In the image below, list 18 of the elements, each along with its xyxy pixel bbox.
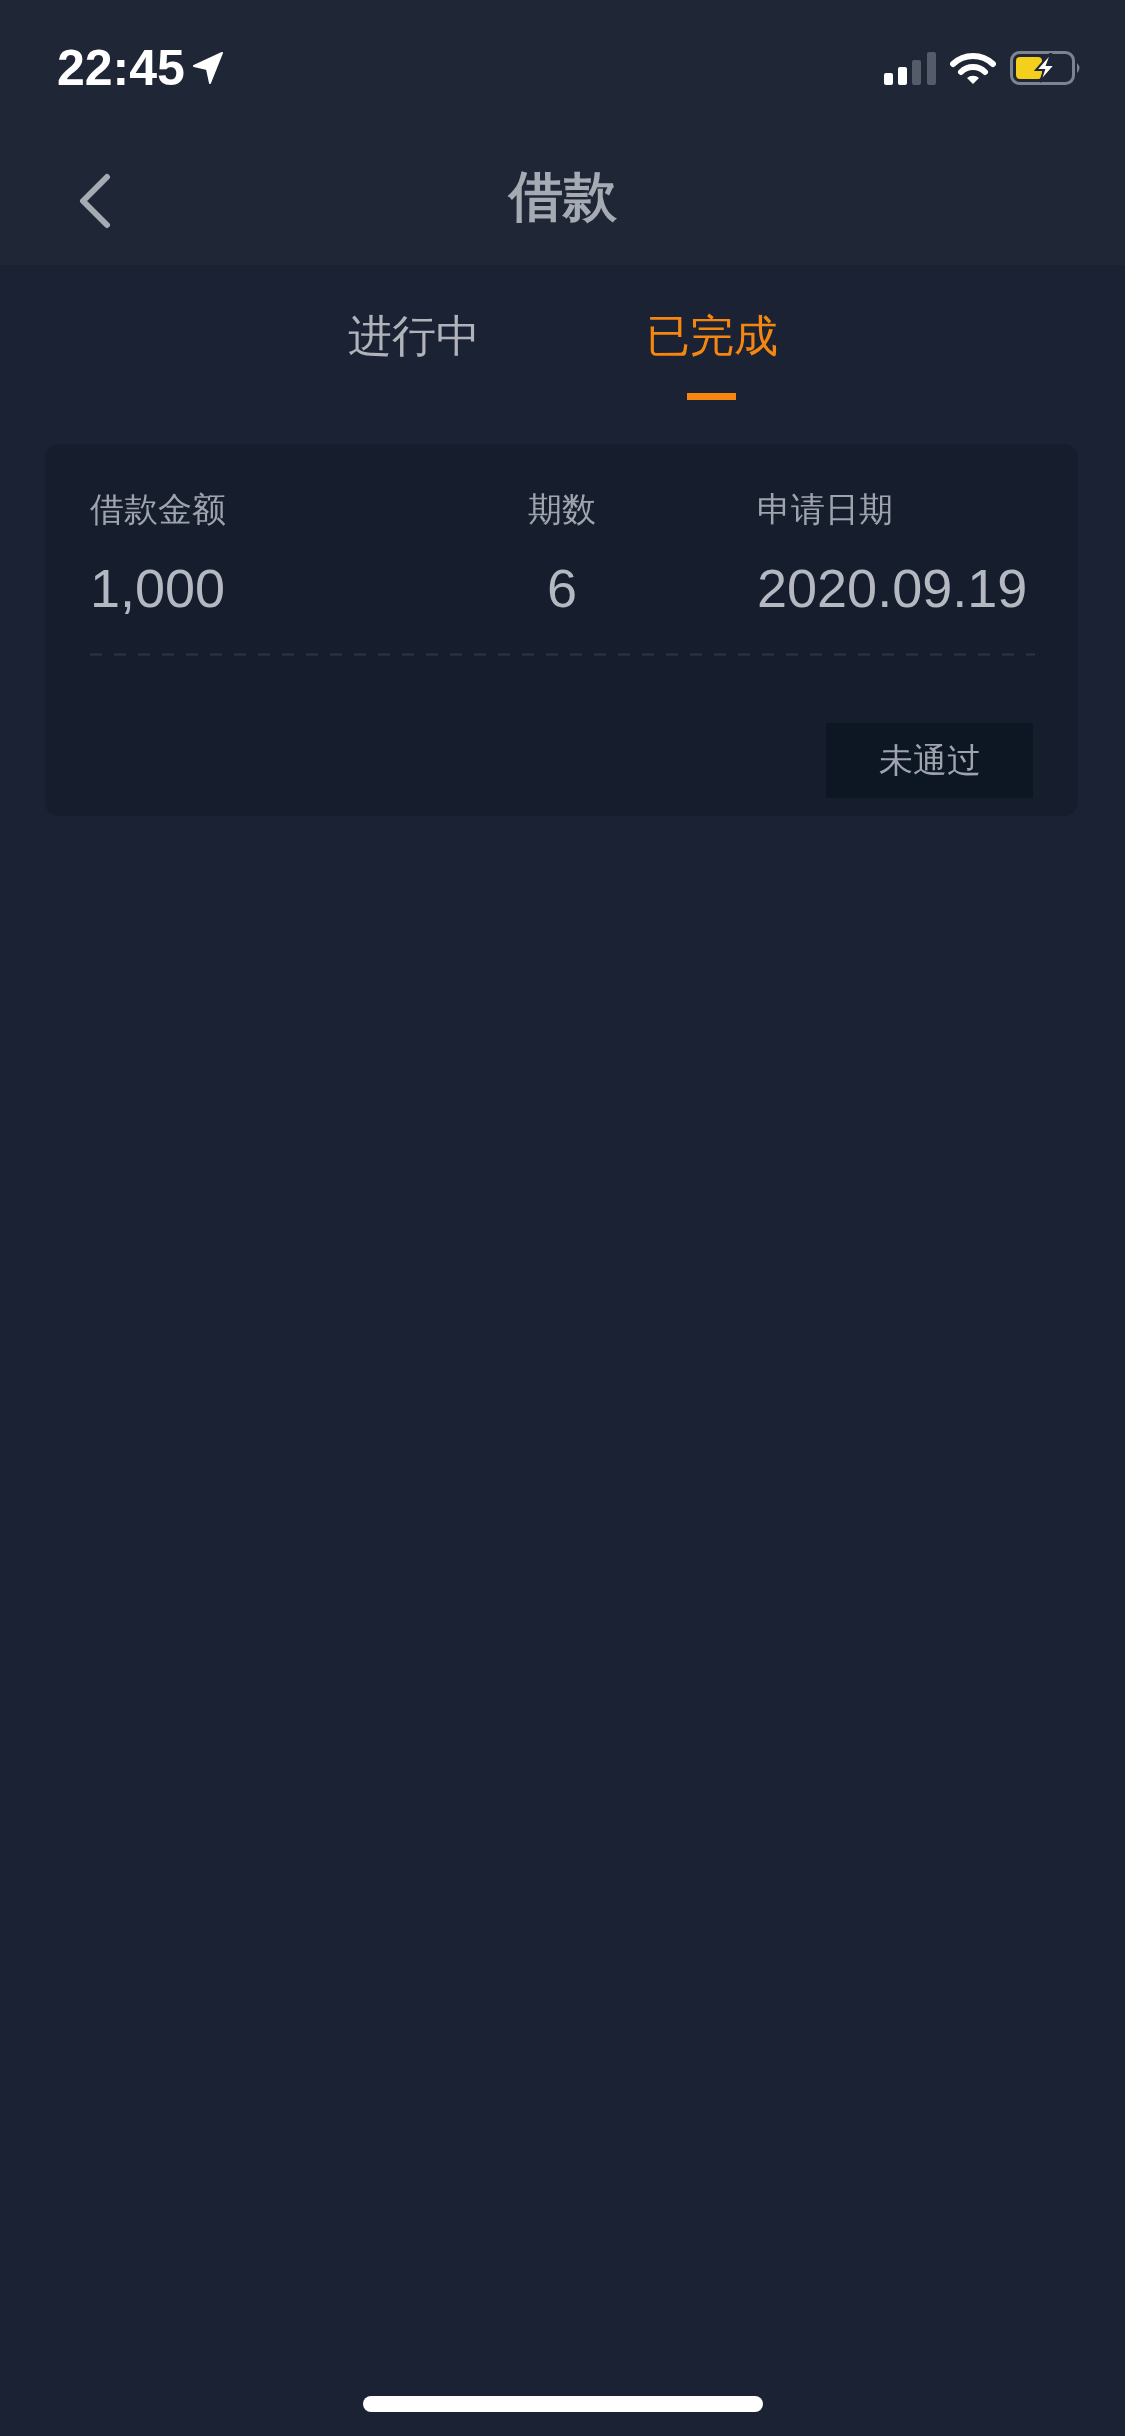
tab[interactable]: 进行中 <box>343 309 484 400</box>
tab[interactable]: 已完成 <box>641 309 782 400</box>
field-value: 1,000 <box>90 558 227 618</box>
status-time: 22:45 <box>57 40 185 96</box>
signal-icon <box>884 51 936 85</box>
chevron-left-icon <box>78 173 112 229</box>
location-arrow-icon <box>192 52 223 84</box>
field-value: 6 <box>545 558 578 618</box>
field-label: 申请日期 <box>757 489 894 529</box>
battery-charging-icon <box>1010 51 1082 85</box>
tab-indicator <box>687 393 736 400</box>
field-label: 借款金额 <box>90 489 227 529</box>
page-title: 借款 <box>508 164 617 228</box>
status-tag: 未通过 <box>826 723 1033 798</box>
wifi-icon <box>950 51 996 85</box>
back-button[interactable] <box>78 173 112 229</box>
field-value: 2020.09.19 <box>757 558 1029 618</box>
field-label: 期数 <box>527 489 597 529</box>
